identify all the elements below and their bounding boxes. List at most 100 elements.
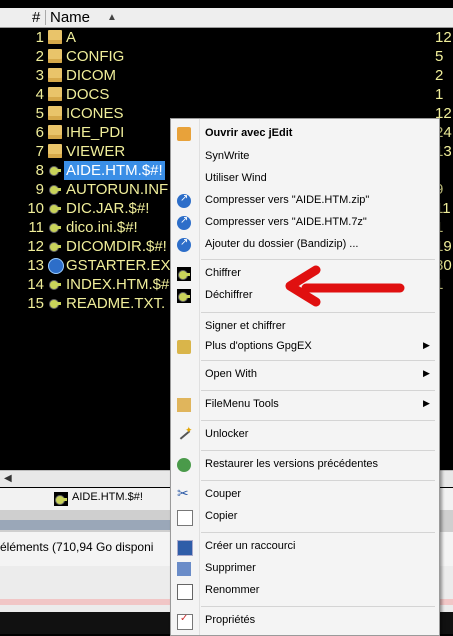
file-name: CONFIG (66, 48, 125, 65)
row-number: 7 (35, 143, 44, 160)
menu-item-delete[interactable]: Supprimer (171, 558, 439, 580)
file-name: AUTORUN.INF (66, 181, 169, 198)
delete-icon (177, 562, 191, 576)
row-number: 2 (35, 48, 44, 65)
sort-ascending-icon: ▲ (107, 12, 117, 23)
globe-icon (48, 258, 64, 274)
folder-icon (48, 144, 62, 158)
gpg-key-icon (54, 492, 68, 506)
row-number: 9 (35, 181, 44, 198)
file-name: AIDE.HTM.$#! (64, 161, 165, 180)
file-row[interactable]: 1 A 12 (0, 28, 453, 47)
menu-separator (201, 420, 435, 421)
gpg-key-icon (48, 182, 62, 196)
restore-icon (177, 458, 191, 472)
submenu-arrow-icon: ▶ (423, 340, 430, 350)
menu-item-label: Créer un raccourci (205, 540, 296, 552)
menu-item-copy[interactable]: Copier (171, 506, 439, 528)
menu-item-synwrite[interactable]: SynWrite (171, 146, 439, 168)
file-name: A (66, 29, 77, 46)
menu-item-label: Open With (205, 368, 257, 380)
menu-item-label: Utiliser Wind (205, 172, 267, 184)
pane-divider-strip (0, 520, 180, 530)
wand-icon (177, 425, 193, 442)
file-name: dico.ini.$#! (66, 219, 138, 236)
gpg-key-icon (177, 289, 191, 303)
menu-item-properties[interactable]: Propriétés (171, 610, 439, 632)
file-row[interactable]: 2 CONFIG 5 (0, 47, 453, 66)
file-size: 5 (435, 48, 444, 65)
menu-item-compress-zip[interactable]: Compresser vers "AIDE.HTM.zip" (171, 190, 439, 212)
folder-icon (48, 106, 62, 120)
file-row[interactable]: 3 DICOM 2 (0, 66, 453, 85)
menu-item-filemenu-tools[interactable]: FileMenu Tools ▶ (171, 394, 439, 416)
column-separator[interactable] (45, 10, 46, 25)
menu-item-label: Supprimer (205, 562, 256, 574)
menu-separator (201, 606, 435, 607)
row-number: 5 (35, 105, 44, 122)
rename-icon (177, 584, 193, 600)
menu-item-rename[interactable]: Renommer (171, 580, 439, 602)
file-name: README.TXT. (66, 295, 166, 312)
menu-item-label: Ouvrir avec jEdit (205, 127, 293, 139)
gpg-key-icon (48, 163, 62, 177)
menu-item-unlocker[interactable]: Unlocker (171, 424, 439, 446)
menu-item-label: Compresser vers "AIDE.HTM.7z" (205, 216, 367, 228)
menu-item-create-shortcut[interactable]: Créer un raccourci (171, 536, 439, 558)
folder-icon (48, 49, 62, 63)
menu-item-label: Chiffrer (205, 267, 241, 279)
file-name: ICONES (66, 105, 124, 122)
menu-item-label: Plus d'options GpgEX (205, 340, 312, 352)
folder-icon (48, 68, 62, 82)
row-number: 12 (27, 238, 44, 255)
lock-icon (177, 340, 191, 354)
menu-separator (201, 312, 435, 313)
row-number: 15 (27, 295, 44, 312)
file-name: DICOM (66, 67, 116, 84)
gpg-key-icon (177, 267, 191, 281)
menu-item-sign-encrypt[interactable]: Signer et chiffrer (171, 316, 439, 338)
menu-item-restore-versions[interactable]: Restaurer les versions précédentes (171, 454, 439, 476)
menu-separator (201, 360, 435, 361)
status-text: éléments (710,94 Go disponi (0, 540, 154, 554)
scissors-icon (177, 485, 191, 502)
menu-separator (201, 450, 435, 451)
file-name: DIC.JAR.$#! (66, 200, 150, 217)
menu-item-label: Copier (205, 510, 238, 522)
menu-separator (201, 259, 435, 260)
gpg-key-icon (48, 220, 62, 234)
file-size: 12 (435, 29, 452, 46)
row-number: 4 (35, 86, 44, 103)
menu-item-open-jedit[interactable]: Ouvrir avec jEdit (171, 123, 439, 145)
tools-icon (177, 398, 191, 412)
menu-item-label: Compresser vers "AIDE.HTM.zip" (205, 194, 370, 206)
scroll-left-icon[interactable]: ◀ (4, 473, 12, 484)
menu-item-label: Propriétés (205, 614, 256, 626)
menu-item-label: SynWrite (205, 150, 250, 162)
menu-item-open-with[interactable]: Open With ▶ (171, 364, 439, 386)
menu-item-label: Renommer (205, 584, 260, 596)
folder-icon (48, 30, 62, 44)
submenu-arrow-icon: ▶ (423, 368, 430, 378)
name-column-header[interactable]: Name (50, 9, 90, 26)
menu-item-utiliser-wind[interactable]: Utiliser Wind (171, 168, 439, 190)
properties-icon (177, 613, 193, 630)
row-number: 6 (35, 124, 44, 141)
bandizip-icon (177, 237, 191, 252)
menu-item-compress-7z[interactable]: Compresser vers "AIDE.HTM.7z" (171, 212, 439, 234)
menu-item-cut[interactable]: Couper (171, 484, 439, 506)
gpg-key-icon (48, 277, 62, 291)
file-row[interactable]: 4 DOCS 1 (0, 85, 453, 104)
selected-file-name: AIDE.HTM.$#! (72, 491, 143, 503)
menu-item-bandizip-add[interactable]: Ajouter du dossier (Bandizip) ... (171, 234, 439, 256)
red-arrow-annotation (285, 265, 405, 307)
file-name: INDEX.HTM.$# (66, 276, 170, 293)
menu-separator (201, 390, 435, 391)
menu-item-label: Couper (205, 488, 242, 500)
file-name: VIEWER (66, 143, 126, 160)
row-number: 3 (35, 67, 44, 84)
gpg-key-icon (48, 201, 62, 215)
num-column-header[interactable]: # (32, 9, 40, 26)
file-size: 1 (435, 86, 444, 103)
menu-item-gpgex-options[interactable]: Plus d'options GpgEX ▶ (171, 336, 439, 358)
